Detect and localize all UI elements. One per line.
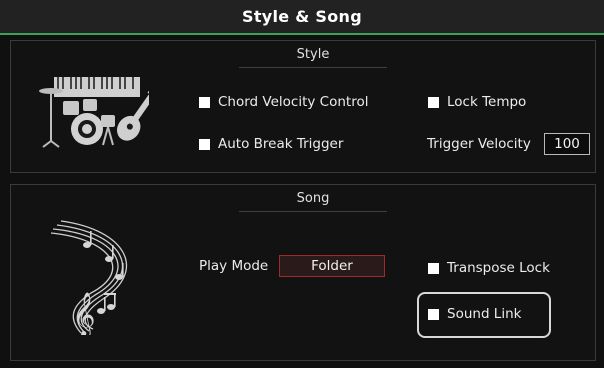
- lock-tempo-checkbox[interactable]: Lock Tempo: [428, 94, 526, 110]
- song-section-title: Song: [239, 191, 387, 212]
- trigger-velocity-value[interactable]: 100: [544, 133, 590, 155]
- music-notes-icon: 𝄞: [50, 220, 128, 335]
- sound-link-checkbox[interactable]: Sound Link: [428, 306, 521, 322]
- auto-break-trigger-label: Auto Break Trigger: [218, 136, 344, 152]
- transpose-lock-label: Transpose Lock: [447, 260, 550, 276]
- title-bar: Style & Song: [0, 0, 604, 35]
- play-mode-label: Play Mode: [199, 258, 269, 274]
- lock-tempo-box: [428, 96, 439, 108]
- chord-velocity-control-box: [199, 96, 210, 108]
- auto-break-trigger-box: [199, 138, 210, 150]
- transpose-lock-box: [428, 262, 439, 274]
- chord-velocity-control-checkbox[interactable]: Chord Velocity Control: [199, 94, 368, 110]
- sound-link-label: Sound Link: [447, 306, 522, 322]
- svg-text:𝄞: 𝄞: [73, 292, 95, 335]
- style-panel: Style Chord Velocity Control Lock Tempo …: [10, 40, 596, 173]
- song-panel: Song 𝄞 Play Mode Folder Transpose Lock S…: [10, 184, 596, 361]
- sound-link-box: [428, 308, 439, 320]
- style-song-screen: Style & Song Style Chord Velocity Contro…: [0, 0, 604, 368]
- style-section-title: Style: [239, 47, 387, 68]
- auto-break-trigger-checkbox[interactable]: Auto Break Trigger: [199, 136, 343, 152]
- band-instruments-icon: [39, 77, 149, 148]
- page-title: Style & Song: [242, 7, 362, 26]
- trigger-velocity-label: Trigger Velocity: [427, 136, 531, 152]
- lock-tempo-label: Lock Tempo: [447, 94, 527, 110]
- play-mode-value[interactable]: Folder: [279, 255, 385, 277]
- transpose-lock-checkbox[interactable]: Transpose Lock: [428, 260, 550, 276]
- chord-velocity-control-label: Chord Velocity Control: [218, 94, 369, 110]
